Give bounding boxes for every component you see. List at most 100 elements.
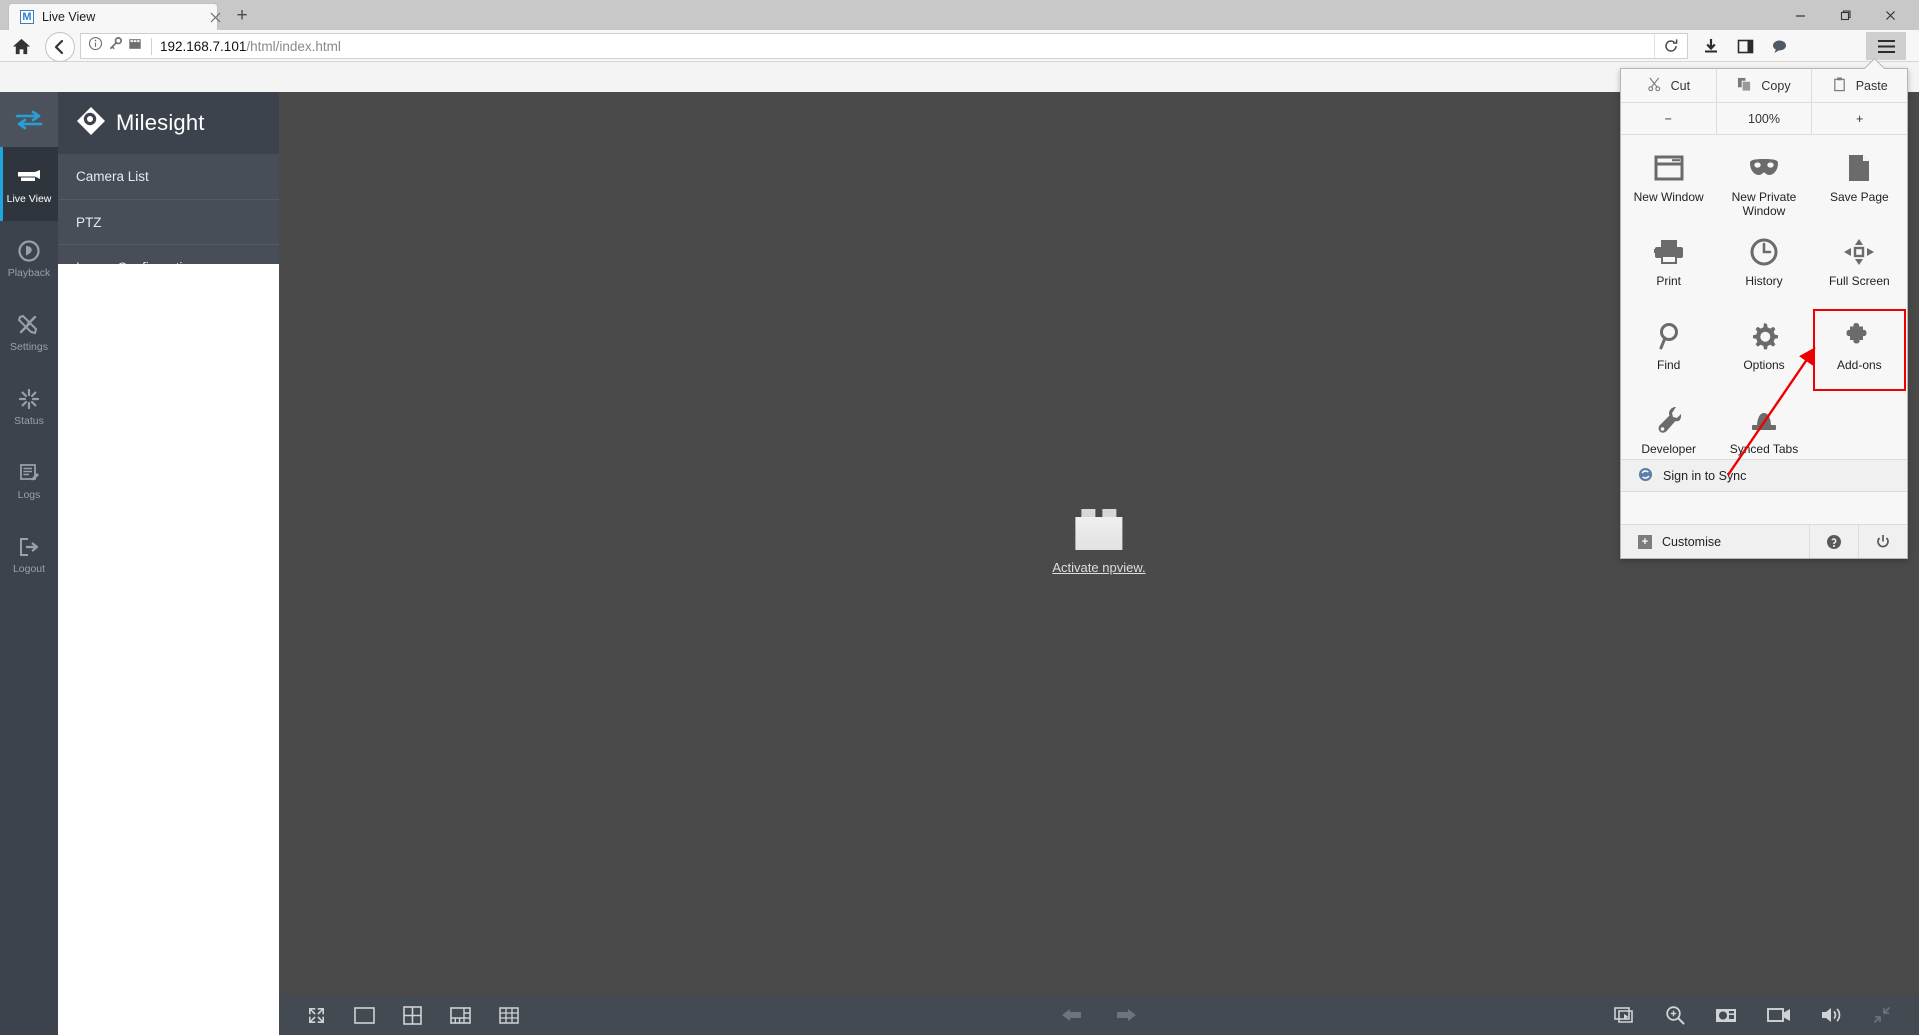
submenu-item-camera-list[interactable]: Camera List <box>58 154 279 199</box>
browser-window: M Live View + 192.168.7.101/html/index.h… <box>0 0 1919 1035</box>
player-actions <box>1614 995 1891 1035</box>
zoom-out-button[interactable]: − <box>1621 103 1716 134</box>
logs-icon <box>17 460 41 486</box>
sidebar-label-live-view: Live View <box>6 192 52 205</box>
address-bar-icons <box>81 36 142 56</box>
paste-label: Paste <box>1855 78 1888 93</box>
digital-zoom-icon[interactable] <box>1665 1005 1685 1025</box>
player-toolbar <box>279 995 1919 1035</box>
url-host: 192.168.7.101 <box>160 38 247 54</box>
menu-item-history[interactable]: History <box>1716 224 1811 308</box>
audio-icon[interactable] <box>1821 1006 1843 1024</box>
sign-in-to-sync-item[interactable]: Sign in to Sync <box>1621 459 1907 492</box>
sidebar-item-live-view[interactable]: Live View <box>0 147 58 221</box>
address-bar[interactable]: 192.168.7.101/html/index.html <box>80 33 1688 59</box>
menu-item-print[interactable]: Print <box>1621 224 1716 308</box>
hamburger-menu-icon[interactable] <box>1866 32 1906 60</box>
menu-label-add-ons: Add-ons <box>1836 358 1882 372</box>
submenu-white-area <box>58 264 279 1035</box>
menu-item-full-screen[interactable]: Full Screen <box>1812 224 1907 308</box>
previous-arrow-icon[interactable] <box>1061 1007 1083 1023</box>
layout-4-icon[interactable] <box>403 1005 422 1025</box>
puzzle-icon <box>1845 321 1873 351</box>
zoom-in-button[interactable]: + <box>1811 103 1907 134</box>
sidebar-item-logout[interactable]: Logout <box>0 517 58 591</box>
menu-item-options[interactable]: Options <box>1716 308 1811 392</box>
fullscreen-icon[interactable] <box>307 1006 326 1025</box>
menu-item-new-window[interactable]: New Window <box>1621 140 1716 224</box>
sidebar-label-logout: Logout <box>12 562 46 575</box>
download-icon[interactable] <box>1694 33 1728 59</box>
menu-item-add-ons[interactable]: Add-ons <box>1812 308 1907 392</box>
cut-label: Cut <box>1670 78 1691 93</box>
cut-button[interactable]: Cut <box>1621 69 1716 102</box>
reload-icon[interactable] <box>1654 34 1687 58</box>
brand-bar: Milesight <box>58 92 279 154</box>
stream-icon[interactable] <box>1614 1006 1635 1024</box>
page-icon <box>1847 153 1871 183</box>
next-arrow-icon[interactable] <box>1115 1007 1137 1023</box>
mask-icon <box>1748 153 1780 183</box>
menu-item-save-page[interactable]: Save Page <box>1812 140 1907 224</box>
wrench-icon <box>1656 405 1682 435</box>
navbar-icons <box>1694 33 1796 59</box>
logout-icon <box>17 534 41 560</box>
fullscreen-icon <box>1844 237 1875 267</box>
maximize-icon[interactable] <box>1823 0 1868 30</box>
home-icon[interactable] <box>8 33 34 59</box>
layout-6-icon[interactable] <box>450 1006 471 1024</box>
collapse-toggle-icon[interactable] <box>0 92 58 147</box>
help-icon[interactable] <box>1809 525 1858 558</box>
layout-9-icon[interactable] <box>499 1006 519 1024</box>
menu-item-new-private-window[interactable]: New Private Window <box>1716 140 1811 224</box>
window-controls <box>1778 0 1913 30</box>
info-icon[interactable] <box>88 36 103 56</box>
paste-button[interactable]: Paste <box>1811 69 1907 102</box>
sidebar-item-settings[interactable]: Settings <box>0 295 58 369</box>
snapshot-icon[interactable] <box>1715 1007 1737 1024</box>
magnifier-icon <box>1656 321 1682 351</box>
submenu-item-ptz[interactable]: PTZ <box>58 199 279 244</box>
exit-fullscreen-icon[interactable] <box>1873 1006 1891 1024</box>
copy-button[interactable]: Copy <box>1715 69 1812 102</box>
new-tab-button[interactable]: + <box>232 6 252 26</box>
sidebar-label-logs: Logs <box>17 488 41 501</box>
status-icon <box>17 386 41 412</box>
scissors-icon <box>1647 77 1662 95</box>
minimize-icon[interactable] <box>1778 0 1823 30</box>
sidebar-icon[interactable] <box>1728 33 1762 59</box>
page-nav-controls <box>1061 995 1137 1035</box>
sidebar-item-playback[interactable]: Playback <box>0 221 58 295</box>
synced-tabs-icon <box>1749 405 1779 435</box>
window-close-icon[interactable] <box>1868 0 1913 30</box>
menu-item-grid: New Window New Private Window Save Page … <box>1621 135 1907 476</box>
menu-label-new-window: New Window <box>1633 190 1704 204</box>
sidebar-item-status[interactable]: Status <box>0 369 58 443</box>
menu-label-synced-tabs: Synced Tabs <box>1729 442 1799 456</box>
power-icon[interactable] <box>1858 525 1907 558</box>
plus-box-icon: + <box>1638 534 1652 549</box>
browser-tab[interactable]: M Live View <box>8 3 220 30</box>
key-icon[interactable] <box>108 36 123 56</box>
printer-icon <box>1653 237 1684 267</box>
browser-titlebar: M Live View + <box>0 0 1919 30</box>
app-submenu: Camera List PTZ Image Configuration <box>58 154 279 275</box>
back-button[interactable] <box>45 32 75 62</box>
reader-mode-icon[interactable] <box>128 37 142 56</box>
customise-label: Customise <box>1662 534 1722 549</box>
tab-close-icon[interactable] <box>207 10 223 26</box>
sidebar-item-logs[interactable]: Logs <box>0 443 58 517</box>
menu-item-find[interactable]: Find <box>1621 308 1716 392</box>
gear-icon <box>1750 321 1778 351</box>
activate-plugin-link[interactable]: Activate npview. <box>1052 560 1145 575</box>
tab-title: Live View <box>42 10 96 24</box>
layout-1-icon[interactable] <box>354 1006 375 1024</box>
layout-controls <box>307 995 519 1035</box>
customise-item[interactable]: + Customise <box>1621 525 1809 558</box>
record-icon[interactable] <box>1767 1007 1791 1023</box>
sync-icon <box>1638 467 1653 485</box>
zoom-level-label[interactable]: 100% <box>1715 103 1812 134</box>
sidebar-label-status: Status <box>14 414 44 427</box>
chat-icon[interactable] <box>1762 33 1796 59</box>
menu-label-save-page: Save Page <box>1829 190 1889 204</box>
